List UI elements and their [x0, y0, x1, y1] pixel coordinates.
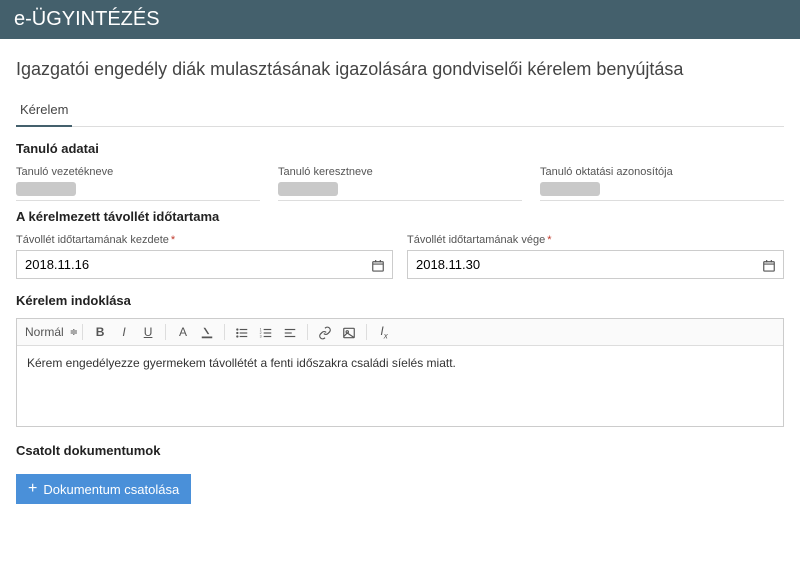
- list-numbered-button[interactable]: 123: [259, 325, 273, 340]
- value-lastname: [16, 182, 76, 196]
- section-absence-title: A kérelmezett távollét időtartama: [16, 209, 784, 224]
- section-reason-title: Kérelem indoklása: [16, 293, 784, 308]
- input-absence-end[interactable]: [407, 250, 784, 279]
- value-firstname: [278, 182, 338, 196]
- tab-request[interactable]: Kérelem: [16, 94, 72, 127]
- editor-toolbar: Normál ≑ B I U A 123: [17, 319, 783, 346]
- app-header: e-ÜGYINTÉZÉS: [0, 0, 800, 39]
- section-student-title: Tanuló adatai: [16, 141, 784, 156]
- format-dropdown[interactable]: Normál ≑: [25, 325, 78, 339]
- page-body: Igazgatói engedély diák mulasztásának ig…: [0, 39, 800, 514]
- chevron-updown-icon: ≑: [70, 327, 78, 338]
- text-color-button[interactable]: A: [176, 325, 190, 339]
- editor-body[interactable]: Kérem engedélyezze gyermekem távollétét …: [17, 346, 783, 426]
- link-button[interactable]: [318, 325, 332, 340]
- tab-row: Kérelem: [16, 94, 784, 127]
- align-button[interactable]: [283, 325, 297, 340]
- attach-button-label: Dokumentum csatolása: [43, 482, 179, 497]
- app-title: e-ÜGYINTÉZÉS: [14, 8, 160, 30]
- richtext-editor: Normál ≑ B I U A 123: [16, 318, 784, 427]
- clear-format-button[interactable]: Ix: [377, 324, 391, 340]
- section-attachments-title: Csatolt dokumentumok: [16, 443, 784, 458]
- italic-button[interactable]: I: [117, 325, 131, 339]
- label-absence-start: Távollét időtartamának kezdete*: [16, 234, 393, 246]
- list-bullet-button[interactable]: [235, 325, 249, 340]
- label-eduid: Tanuló oktatási azonosítója: [540, 166, 784, 178]
- bold-button[interactable]: B: [93, 325, 107, 339]
- label-absence-end: Távollét időtartamának vége*: [407, 234, 784, 246]
- svg-text:3: 3: [260, 334, 262, 338]
- bg-color-button[interactable]: [200, 325, 214, 340]
- underline-button[interactable]: U: [141, 325, 155, 339]
- input-absence-start[interactable]: [16, 250, 393, 279]
- label-firstname: Tanuló keresztneve: [278, 166, 522, 178]
- attach-document-button[interactable]: + Dokumentum csatolása: [16, 474, 191, 504]
- plus-icon: +: [28, 481, 37, 497]
- image-button[interactable]: [342, 325, 356, 340]
- page-title: Igazgatói engedély diák mulasztásának ig…: [16, 59, 784, 80]
- label-lastname: Tanuló vezetékneve: [16, 166, 260, 178]
- value-eduid: [540, 182, 600, 196]
